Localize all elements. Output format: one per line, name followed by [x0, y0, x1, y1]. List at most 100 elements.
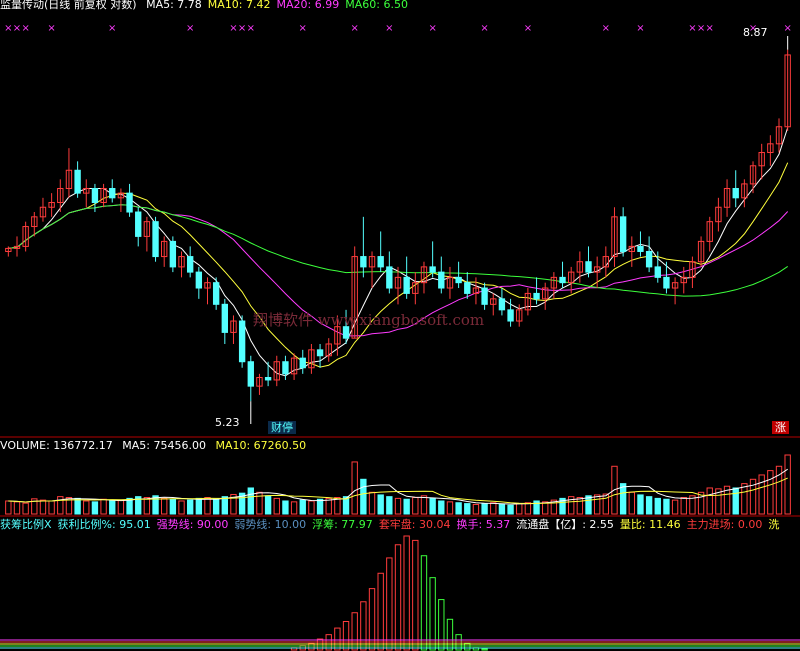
volume-bar [507, 504, 514, 515]
volume-bar [22, 502, 29, 515]
volume-bar [195, 497, 203, 515]
volume-bar [351, 461, 358, 515]
ma-value-2: MA20: 6.99 [276, 0, 340, 11]
price-title: 监量传动(日线 前复权 对数) [0, 0, 137, 11]
x-mark: × [229, 23, 237, 34]
indicator-item-7: 流通盘【亿】: 2.55 [516, 518, 614, 531]
x-mark: × [13, 23, 21, 34]
volume-bar [186, 499, 194, 515]
volume-bar [438, 500, 445, 515]
volume-bar [143, 497, 151, 515]
limit-up-badge[interactable]: 涨 [772, 421, 789, 434]
financial-report-badge[interactable]: 财停 [268, 421, 296, 434]
volume-bar [472, 503, 480, 515]
candle-body [316, 349, 324, 357]
volume-bar [299, 499, 306, 515]
chip-bar [446, 618, 454, 651]
volume-bar [212, 498, 220, 515]
candle-body [186, 256, 194, 273]
x-mark: × [688, 23, 696, 34]
candle-body [377, 256, 384, 268]
candle-body [386, 266, 393, 289]
volume-bar [83, 500, 90, 515]
volume-bar [429, 497, 436, 515]
volume-bar [178, 500, 185, 515]
volume-bar [680, 497, 687, 515]
volume-bar [13, 501, 21, 515]
volume-bar [377, 494, 384, 515]
volume-bar [308, 500, 315, 515]
candle-body [126, 192, 133, 213]
volume-bar [91, 501, 99, 515]
indicator-item-8: 量比: 11.46 [619, 518, 681, 531]
volume-bar [645, 496, 653, 515]
volume-bar [412, 497, 419, 515]
low-price-label: 5.23 [215, 416, 240, 429]
x-mark-row: × × × × × × × × × × × × × × × × × × × × × × [4, 23, 792, 34]
volume-bar [403, 498, 410, 515]
candle-body [221, 303, 228, 333]
chip-bar [420, 555, 428, 651]
candle-body [481, 287, 488, 305]
volume-bar [481, 503, 488, 515]
volume-bar [490, 502, 497, 515]
volume-bar [593, 494, 601, 515]
volume-bar [161, 497, 168, 515]
volume-header: VOLUME: 136772.17 MA5: 75456.00 MA10: 67… [0, 439, 312, 452]
volume-bar [663, 498, 670, 515]
volume-bar [767, 470, 774, 515]
volume-panel [0, 454, 800, 517]
watermark-text: 翔博软件 www.xiangbosoft.com [253, 311, 485, 329]
candle-body [109, 188, 116, 199]
candle-body [152, 221, 159, 258]
indicator-item-2: 强势线: 90.00 [156, 518, 229, 531]
x-mark: × [385, 23, 393, 34]
x-mark: × [299, 23, 307, 34]
chip-bar [394, 544, 402, 651]
indicator-item-3: 弱势线: 10.00 [234, 518, 307, 531]
indicator-item-6: 换手: 5.37 [456, 518, 511, 531]
candle-body [195, 271, 203, 289]
volume-bar [654, 497, 661, 515]
x-mark: × [4, 23, 12, 34]
volume-bar [576, 497, 584, 515]
volume-bar [109, 500, 116, 515]
ma-value-3: MA60: 6.50 [345, 0, 408, 11]
candle-body [663, 276, 670, 289]
candle-body [299, 357, 306, 369]
volume-bar [455, 502, 462, 515]
volume-bar [420, 495, 428, 515]
x-mark: × [247, 23, 255, 34]
volume-bar [706, 487, 713, 515]
volume-bar [464, 503, 471, 515]
candle-body [264, 377, 272, 381]
high-price-label: 8.87 [743, 26, 768, 39]
volume-bar [671, 499, 679, 515]
volume-bar [74, 497, 81, 515]
chip-bar [429, 577, 436, 651]
candle-body [169, 240, 177, 268]
volume-bar [394, 497, 402, 515]
volume-bar [334, 497, 341, 515]
volume-bar [325, 497, 332, 515]
x-mark: × [428, 23, 436, 34]
chip-bar [334, 627, 341, 651]
volume-bar [619, 483, 627, 515]
indicator-item-0: 获筹比例X [0, 518, 52, 531]
chip-bar [386, 557, 393, 651]
volume-bar [204, 497, 211, 515]
volume-bar [386, 496, 393, 515]
volume-bar [732, 487, 739, 515]
volume-bar [264, 495, 272, 515]
x-mark: × [706, 23, 714, 34]
volume-title: VOLUME: 136772.17 [0, 439, 113, 452]
volume-ma-line [8, 477, 788, 505]
ma-value-1: MA10: 7.42 [207, 0, 271, 11]
candle-body [645, 250, 653, 268]
candle-body [559, 276, 566, 284]
candle-body [585, 261, 592, 273]
chip-bar [368, 588, 376, 651]
indicator-item-5: 套牢盘: 30.04 [378, 518, 451, 531]
volume-bar [446, 501, 454, 515]
x-mark: × [351, 23, 359, 34]
